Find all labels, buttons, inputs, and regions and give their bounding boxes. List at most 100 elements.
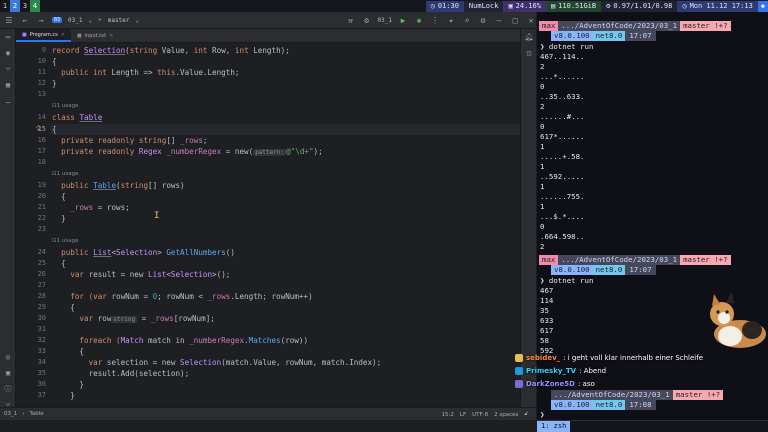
workspace-2[interactable]: 2: [10, 0, 20, 12]
more-icon[interactable]: ⋮: [430, 15, 440, 25]
load-icon: ⚙: [606, 2, 611, 10]
prompt-status-line: v8.0.100 net8.0 17:07: [551, 31, 656, 41]
terminal-command: ❯ dotnet run: [540, 42, 594, 51]
line-number: 27: [37, 281, 46, 289]
project-badge: 03: [52, 17, 63, 23]
forward-icon[interactable]: →: [36, 15, 46, 25]
code-line-37: }: [52, 391, 75, 400]
webcam-overlay: [700, 290, 768, 352]
config-icon: ⚙: [364, 15, 369, 25]
prompt-git: master !+?: [672, 390, 724, 400]
terminal-output: ...*......: [540, 72, 585, 81]
tab-label: input.txt: [84, 32, 107, 39]
code-line-15: {: [52, 125, 57, 134]
branch-selector[interactable]: master: [108, 17, 130, 24]
close-icon[interactable]: ✕: [526, 15, 536, 25]
prompt-path: .../AdventOfCode/2023/03_1: [558, 255, 681, 265]
terminal-output: ..35..633.: [540, 92, 585, 101]
lightbulb-icon[interactable]: 💡︎: [36, 125, 41, 134]
file-encoding[interactable]: UTF-8: [472, 412, 488, 418]
lock-icon[interactable]: 🔓︎: [524, 411, 528, 418]
usage-hint[interactable]: ⊡1 usage: [52, 170, 78, 179]
close-icon[interactable]: ✕: [61, 32, 65, 38]
database-icon[interactable]: ◫: [521, 45, 537, 61]
build-icon[interactable]: ⚒: [346, 15, 356, 25]
terminal-output: 633: [540, 316, 554, 325]
cpu-pill: ▣ 24.16%: [503, 0, 546, 12]
indent-setting[interactable]: 2 spaces: [494, 412, 518, 418]
tmux-status-bar: 1: zsh: [537, 420, 768, 432]
code-editor[interactable]: record Selection(string Value, int Row, …: [50, 43, 520, 407]
code-line-33: {: [52, 347, 85, 356]
maximize-icon[interactable]: □: [510, 15, 520, 25]
structure-icon[interactable]: ▦: [0, 77, 16, 93]
workspace-1[interactable]: 1: [0, 0, 10, 12]
services-icon[interactable]: ◎: [0, 349, 16, 365]
ai-icon[interactable]: ✦: [446, 15, 456, 25]
project-selector[interactable]: 03_1: [68, 17, 82, 24]
search-icon[interactable]: ⌕: [462, 15, 472, 25]
line-separator[interactable]: LF: [460, 412, 466, 418]
debug-icon[interactable]: ✱: [414, 15, 424, 25]
code-line-16: private readonly string[] _rows;: [52, 136, 208, 145]
terminal-output: 1: [540, 202, 545, 211]
breadcrumb-project[interactable]: 03_1: [4, 411, 17, 417]
line-number: 9: [41, 46, 46, 54]
code-line-29: {: [52, 303, 75, 312]
more-icon[interactable]: …: [0, 93, 16, 109]
status-bar: 03_1 › Table 15:2 LF UTF-8 2 spaces 🔓︎: [0, 407, 536, 420]
chat-text: : aso: [577, 380, 595, 388]
tmux-window-tab[interactable]: 1: zsh: [537, 421, 571, 432]
terminal-prompt-cursor[interactable]: ❯: [540, 410, 544, 420]
run-icon[interactable]: ▶: [398, 15, 408, 25]
line-number: 31: [37, 325, 46, 333]
line-number: 28: [37, 292, 46, 300]
usage-hint[interactable]: ⊡1 usage: [52, 237, 78, 246]
chat-message: Primesky_TV : Abend: [515, 365, 606, 377]
prompt-status-line: v8.0.100 net8.0 17:08: [551, 400, 656, 410]
tray-app-icon[interactable]: ◆: [757, 0, 768, 12]
prompt-line: max .../AdventOfCode/2023/03_1 master !+…: [539, 255, 731, 265]
terminal-icon[interactable]: ▣: [0, 365, 16, 381]
terminal-output: ......#...: [540, 112, 585, 121]
type-hint: string: [111, 316, 138, 323]
clock-icon: ◷: [430, 2, 435, 10]
code-line-30: var row string = _rows[rowNum];: [52, 314, 215, 323]
prompt-framework: net8.0: [592, 31, 626, 41]
terminal-output: 114: [540, 296, 554, 305]
commit-icon[interactable]: ◉: [0, 45, 16, 61]
breadcrumb-class[interactable]: Table: [29, 411, 43, 417]
line-number: 37: [37, 391, 46, 399]
usage-hint[interactable]: ⊡1 usage: [52, 102, 78, 111]
prompt-version: v8.0.100: [551, 31, 593, 41]
workspace-3[interactable]: 3: [20, 0, 30, 12]
line-number: 18: [37, 158, 46, 166]
clock-pill: ◷ 01:30: [425, 0, 464, 12]
terminal-output: 2: [540, 242, 545, 251]
back-icon[interactable]: ←: [20, 15, 30, 25]
workspace-4[interactable]: 4: [30, 0, 40, 12]
run-config-selector[interactable]: 03_1: [378, 17, 392, 24]
chat-username: DarkZone5D: [526, 380, 575, 388]
main-menu-icon[interactable]: ☰: [4, 15, 14, 25]
csharp-file-icon: ■: [22, 31, 27, 38]
code-line-12: }: [52, 79, 57, 88]
prompt-git: master !+?: [680, 255, 731, 265]
minimize-icon[interactable]: –: [494, 15, 504, 25]
prompt-line: max .../AdventOfCode/2023/03_1 master !+…: [539, 21, 731, 31]
branch-icon[interactable]: ⑂: [0, 61, 16, 77]
code-line-22: }: [52, 214, 66, 223]
prompt-status-line: v8.0.100 net8.0 17:07: [551, 265, 656, 275]
folder-icon[interactable]: ▭: [0, 29, 16, 45]
line-number: 24: [37, 248, 46, 256]
settings-icon[interactable]: ⚙: [478, 15, 488, 25]
terminal-command: ❯ dotnet run: [540, 276, 594, 285]
code-line-25: {: [52, 259, 66, 268]
tab-program-cs[interactable]: ■ Program.cs ✕: [16, 29, 71, 42]
problems-icon[interactable]: ⓘ: [0, 381, 16, 397]
caret-position[interactable]: 15:2: [442, 412, 454, 418]
close-icon[interactable]: ✕: [109, 33, 113, 39]
notifications-icon[interactable]: 🔔︎: [521, 29, 537, 45]
terminal-output: 0: [540, 82, 545, 91]
tab-input-txt[interactable]: ■ input.txt ✕: [71, 29, 119, 42]
